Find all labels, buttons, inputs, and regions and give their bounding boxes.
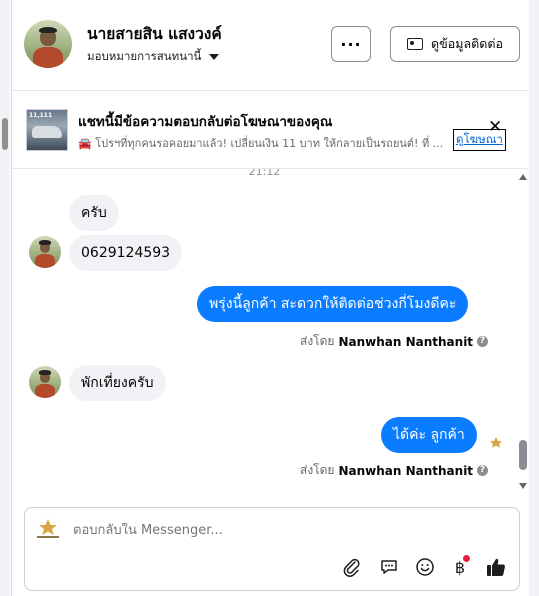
ad-reply-banner: 11,111 แชทนี้มีข้อความตอบกลับต่อโฆษณาของ… (12, 91, 529, 169)
payment-button[interactable]: ฿ (449, 555, 471, 578)
outer-right-gutter (529, 0, 539, 596)
conversation-header: นายสายสิน แสงวงค์ มอบหมายการสนทนานี้ ···… (12, 0, 529, 91)
sender-name: Nanwhan Nanthanit (338, 334, 474, 349)
contact-card-icon (407, 38, 424, 50)
caret-down-icon (209, 54, 220, 60)
assign-conversation-dropdown[interactable]: มอบหมายการสนทนานี้ (87, 48, 220, 66)
paperclip-icon (343, 558, 360, 577)
reply-input[interactable] (73, 523, 453, 538)
scroll-down-arrow-icon[interactable] (519, 483, 527, 489)
conversation-panel: นายสายสิน แสงวงค์ มอบหมายการสนทนานี้ ···… (11, 0, 530, 596)
assign-label: มอบหมายการสนทนานี้ (87, 49, 202, 63)
outer-scrollbar-thumb[interactable] (2, 118, 8, 150)
page-logo-icon (37, 519, 59, 538)
smiley-icon (416, 558, 434, 576)
contact-avatar-small[interactable] (29, 366, 61, 398)
ad-thumbnail[interactable]: 11,111 (26, 109, 68, 151)
more-options-button[interactable]: ··· (331, 26, 371, 62)
sent-by-prefix: ส่งโดย (300, 334, 335, 348)
message-thread[interactable]: 21:12 ครับ 0629124593 พรุ่งนี้ลูกค้า สะด… (12, 169, 529, 500)
scroll-up-arrow-icon[interactable] (519, 174, 527, 180)
ad-banner-title: แชทนี้มีข้อความตอบกลับต่อโฆษณาของคุณ (78, 114, 333, 130)
info-icon[interactable]: ? (477, 336, 489, 347)
message-timestamp: 21:12 (248, 169, 281, 178)
incoming-message[interactable]: พักเที่ยงครับ (69, 365, 166, 401)
outgoing-message[interactable]: ได้ค่ะ ลูกค้า (381, 417, 477, 453)
sender-name: Nanwhan Nanthanit (338, 463, 474, 478)
incoming-message[interactable]: 0629124593 (69, 235, 183, 271)
thread-scrollbar-thumb[interactable] (519, 440, 527, 470)
emoji-button[interactable] (414, 556, 436, 578)
view-contact-button[interactable]: ดูข้อมูลติดต่อ (390, 26, 520, 62)
attach-button[interactable] (341, 556, 363, 578)
view-contact-label: ดูข้อมูลติดต่อ (431, 36, 503, 51)
info-icon[interactable]: ? (477, 465, 489, 476)
like-button[interactable] (485, 556, 507, 578)
chat-bubble-icon (381, 560, 397, 574)
contact-avatar-small[interactable] (29, 236, 61, 268)
sent-by-label: ส่งโดย Nanwhan Nanthanit ? (300, 461, 489, 480)
thread-scrollbar[interactable] (517, 169, 529, 500)
contact-avatar[interactable] (24, 20, 72, 68)
ad-banner-text: 🚘 โปรฯที่ทุกคนรอคอยมาแล้ว! เปลี่ยนเงิน 1… (78, 137, 444, 150)
contact-name[interactable]: นายสายสิน แสงวงค์ (87, 21, 222, 46)
sent-by-prefix: ส่งโดย (300, 463, 335, 477)
thumbs-up-icon (487, 558, 505, 576)
notification-dot (463, 555, 470, 562)
seen-page-logo-icon (490, 437, 502, 448)
message-composer: ฿ (24, 507, 520, 591)
saved-replies-button[interactable] (378, 556, 400, 578)
outgoing-message[interactable]: พรุ่งนี้ลูกค้า สะดวกให้ติดต่อช่วงกี่โมงด… (197, 286, 469, 322)
sent-by-label: ส่งโดย Nanwhan Nanthanit ? (300, 332, 489, 351)
close-icon[interactable]: ✕ (488, 117, 502, 137)
outer-scrollbar[interactable] (0, 0, 10, 596)
ad-thumbnail-text: 11,111 (29, 112, 53, 119)
incoming-message[interactable]: ครับ (69, 195, 119, 231)
car-image (32, 126, 62, 138)
